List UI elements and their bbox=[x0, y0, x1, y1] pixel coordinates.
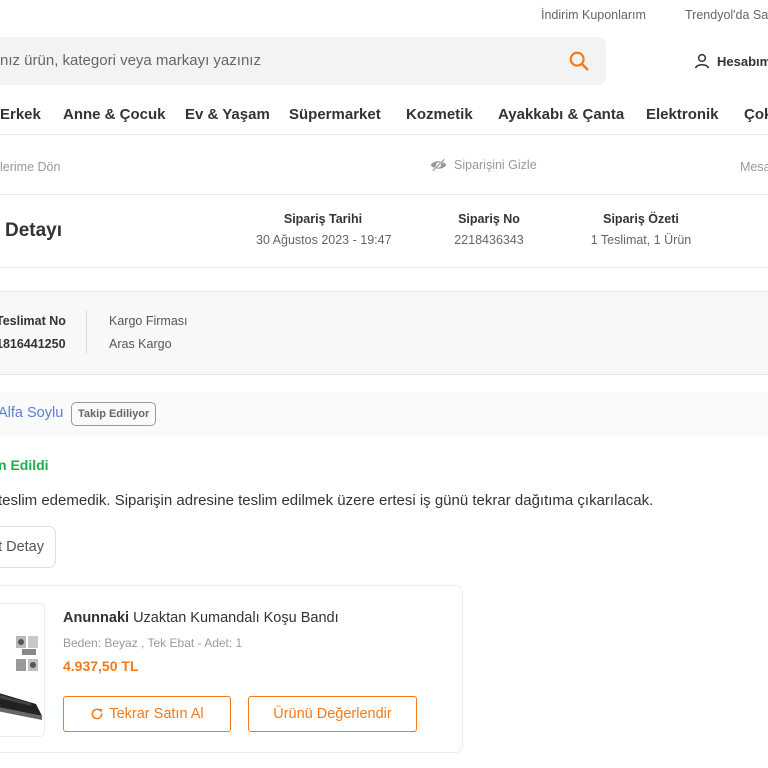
delivery-info: Teslimat No 1816441250 Kargo Firması Ara… bbox=[0, 291, 768, 375]
product-image[interactable] bbox=[0, 603, 45, 737]
cargo-company-label: Kargo Firması bbox=[109, 314, 188, 328]
page-title: Detayı bbox=[5, 220, 63, 241]
delivery-number-label: Teslimat No bbox=[0, 314, 66, 328]
eye-off-icon bbox=[430, 158, 447, 172]
product-card: Anunnaki Uzaktan Kumandalı Koşu Bandı Bed… bbox=[0, 585, 463, 753]
nav-item-supermarket[interactable]: Süpermarket bbox=[289, 106, 381, 123]
nav-item-shoes-bags[interactable]: Ayakkabı & Çanta bbox=[498, 106, 624, 123]
treadmill-image bbox=[0, 636, 42, 720]
order-date-value: 30 Ağustos 2023 - 19:47 bbox=[256, 233, 392, 247]
product-title[interactable]: Anunnaki Uzaktan Kumandalı Koşu Bandı bbox=[63, 610, 339, 626]
order-summary: Sipariş Özeti 1 Teslimat, 1 Ürün bbox=[584, 212, 698, 247]
order-summary-label: Sipariş Özeti bbox=[603, 212, 679, 226]
search-input[interactable]: nız ürün, kategori veya markayı yazınız bbox=[0, 52, 261, 69]
order-summary-value: 1 Teslimat, 1 Ürün bbox=[590, 233, 692, 247]
cargo-company: Kargo Firması Aras Kargo bbox=[109, 314, 188, 351]
order-number-label: Sipariş No bbox=[458, 212, 520, 226]
hide-order-label: Siparişini Gizle bbox=[454, 158, 537, 172]
review-product-button[interactable]: Ürünü Değerlendir bbox=[248, 696, 417, 732]
nav-item-mother-child[interactable]: Anne & Çocuk bbox=[63, 106, 166, 123]
status-badge: Takip Ediliyor bbox=[71, 402, 157, 426]
sell-on-trendyol-link[interactable]: Trendyol'da Sa bbox=[685, 8, 768, 22]
account-menu[interactable]: Hesabım bbox=[693, 52, 768, 70]
delivery-number-value: 1816441250 bbox=[0, 337, 66, 351]
discount-coupons-link[interactable]: İndirim Kuponlarım bbox=[541, 8, 646, 22]
top-utility-bar: İndirim Kuponlarım Trendyol'da Sa bbox=[0, 0, 768, 32]
cargo-detail-label: t Detay bbox=[0, 539, 44, 555]
nav-item-home-living[interactable]: Ev & Yaşam bbox=[185, 106, 270, 123]
search-icon[interactable] bbox=[568, 50, 590, 72]
order-number-value: 2218436343 bbox=[454, 233, 524, 247]
delivery-status-message: teslim edemedik. Siparişin adresine tesl… bbox=[0, 492, 654, 509]
receiver-name[interactable]: Alfa Soylu bbox=[0, 405, 63, 421]
messages-link[interactable]: Mesa bbox=[740, 160, 768, 174]
back-to-orders-link[interactable]: lerime Dön bbox=[0, 160, 60, 174]
review-product-label: Ürünü Değerlendir bbox=[273, 706, 392, 722]
hide-order-button[interactable]: Siparişini Gizle bbox=[430, 158, 537, 172]
refresh-icon bbox=[91, 708, 103, 720]
order-date: Sipariş Tarihi 30 Ağustos 2023 - 19:47 bbox=[256, 212, 392, 247]
cargo-company-value: Aras Kargo bbox=[109, 337, 172, 351]
user-icon bbox=[694, 53, 710, 69]
divider bbox=[86, 310, 87, 354]
delivery-status: n Edildi bbox=[0, 457, 49, 473]
product-brand: Anunnaki bbox=[63, 610, 130, 626]
cargo-detail-button[interactable]: t Detay bbox=[0, 526, 56, 568]
nav-item-cosmetics[interactable]: Kozmetik bbox=[406, 106, 473, 123]
product-name: Uzaktan Kumandalı Koşu Bandı bbox=[133, 610, 339, 626]
nav-item-electronics[interactable]: Elektronik bbox=[646, 106, 719, 123]
rebuy-label: Tekrar Satın Al bbox=[109, 706, 204, 722]
order-actions-bar: lerime Dön Siparişini Gizle Mesa bbox=[0, 141, 768, 195]
order-header: Detayı Sipariş Tarihi 30 Ağustos 2023 - … bbox=[0, 196, 768, 268]
nav-item-bestsellers[interactable]: Çok bbox=[744, 106, 768, 123]
search-bar[interactable]: nız ürün, kategori veya markayı yazınız bbox=[0, 37, 606, 85]
rebuy-button[interactable]: Tekrar Satın Al bbox=[63, 696, 231, 732]
order-number: Sipariş No 2218436343 bbox=[440, 212, 538, 247]
category-nav: Erkek Anne & Çocuk Ev & Yaşam Süpermarke… bbox=[0, 97, 768, 135]
product-attributes: Beden: Beyaz , Tek Ebat - Adet: 1 bbox=[63, 636, 243, 650]
nav-item-men[interactable]: Erkek bbox=[0, 106, 41, 123]
delivery-number: Teslimat No 1816441250 bbox=[0, 314, 66, 351]
order-date-label: Sipariş Tarihi bbox=[283, 212, 363, 226]
account-label: Hesabım bbox=[717, 53, 768, 69]
receiver-row: Alfa Soylu Takip Ediliyor bbox=[0, 392, 768, 436]
product-price: 4.937,50 TL bbox=[63, 658, 139, 674]
